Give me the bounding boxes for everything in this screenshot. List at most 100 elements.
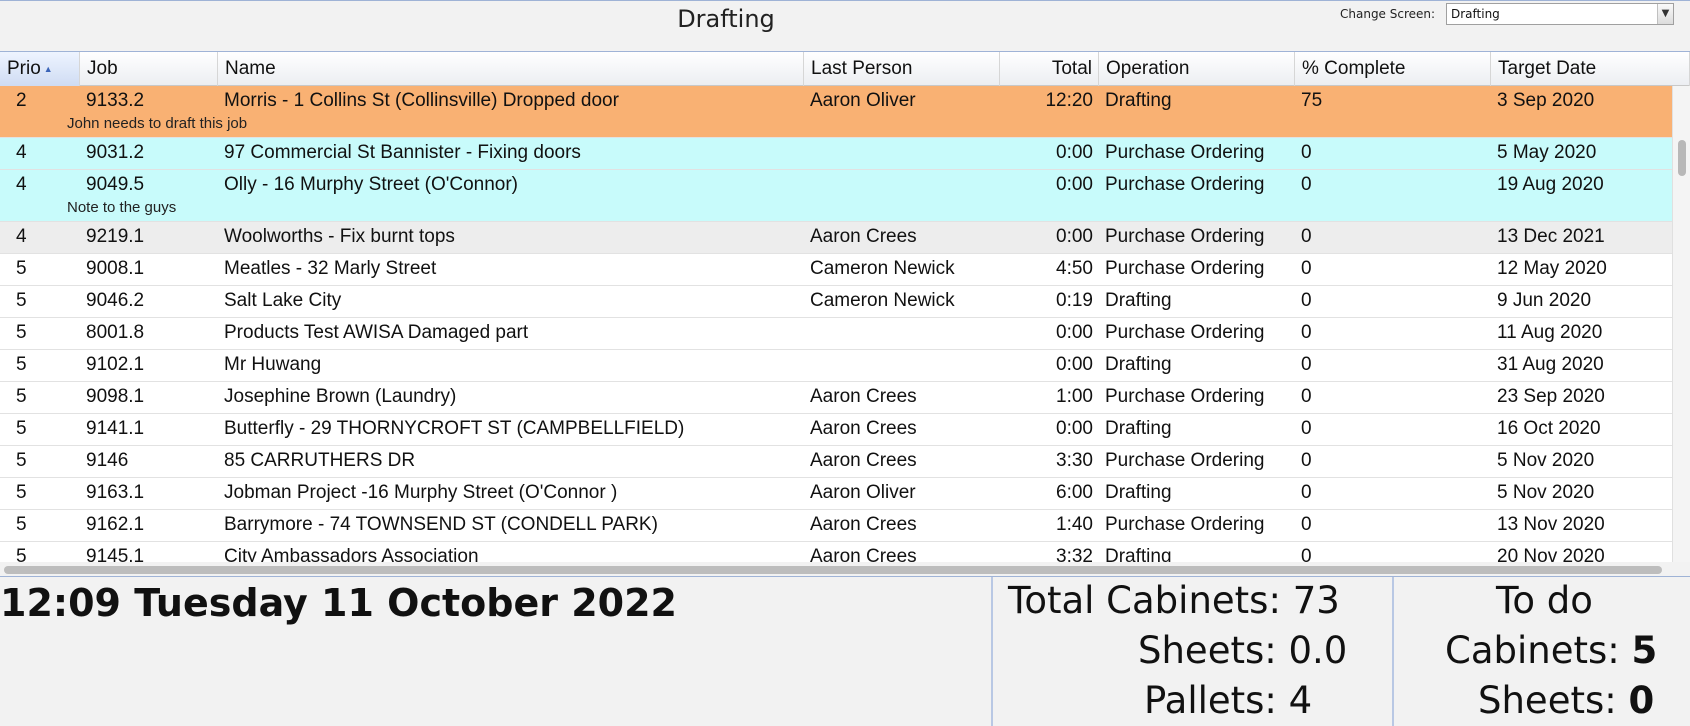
cell-complete: 0: [1301, 174, 1312, 195]
cell-job: 9031.2: [86, 142, 145, 163]
table-row[interactable]: 5 9145.1 City Ambassadors Association Aaron…: [0, 542, 1672, 562]
table-row[interactable]: 4 9219.1 Woolworths - Fix burnt tops Aaron …: [0, 222, 1672, 254]
cell-prio: 5: [16, 546, 27, 562]
column-header-operation[interactable]: Operation: [1099, 52, 1295, 86]
cell-name: Jobman Project -16 Murphy Street (O'Conn…: [224, 482, 618, 503]
cell-name: 97 Commercial St Bannister - Fixing door…: [224, 142, 581, 163]
cell-target-date: 3 Sep 2020: [1497, 90, 1595, 111]
header-bar: Drafting Change Screen: Drafting ▼: [0, 0, 1690, 51]
column-header-last-person[interactable]: Last Person: [804, 52, 1000, 86]
cell-name: Barrymore - 74 TOWNSEND ST (CONDELL PARK…: [224, 514, 658, 535]
cell-name: Morris - 1 Collins St (Collinsville) Dro…: [224, 90, 619, 111]
table-row[interactable]: 5 9141.1 Butterfly - 29 THORNYCROFT ST (CA…: [0, 414, 1672, 446]
table-row[interactable]: 5 8001.8 Products Test AWISA Damaged part 0…: [0, 318, 1672, 350]
cell-prio: 2: [16, 90, 27, 111]
cell-total: 12:20: [1045, 90, 1093, 111]
row-note: John needs to draft this job: [67, 115, 248, 132]
cell-job: 9219.1: [86, 226, 145, 247]
table-row[interactable]: 5 9146 85 CARRUTHERS DR Aaron Crees 3:30 Purc…: [0, 446, 1672, 478]
column-header-total[interactable]: Total: [1000, 52, 1099, 86]
cell-prio: 5: [16, 290, 27, 311]
cell-operation: Drafting: [1105, 418, 1172, 439]
cell-name: Olly - 16 Murphy Street (O'Connor): [224, 174, 518, 195]
cell-operation: Purchase Ordering: [1105, 258, 1265, 279]
cell-total: 0:00: [1056, 418, 1093, 439]
cell-target-date: 5 Nov 2020: [1497, 482, 1595, 503]
cell-last-person: Aaron Crees: [810, 450, 917, 471]
current-datetime: 12:09 Tuesday 11 October 2022: [0, 581, 677, 625]
cell-last-person: Aaron Crees: [810, 514, 917, 535]
table-row[interactable]: 5 9008.1 Meatles - 32 Marly Street Cameron …: [0, 254, 1672, 286]
jobs-table: Prio ▲ Job Name Last Person Total Operati…: [0, 51, 1690, 562]
total-cabinets-value: 73: [1292, 579, 1340, 622]
cell-job: 9163.1: [86, 482, 145, 503]
cell-last-person: Aaron Crees: [810, 418, 917, 439]
vertical-scroll-thumb[interactable]: [1678, 140, 1686, 176]
todo-cabinets-value: 5: [1631, 629, 1658, 672]
cell-total: 0:00: [1056, 174, 1093, 195]
cell-prio: 5: [16, 258, 27, 279]
table-row[interactable]: 2 9133.2 Morris - 1 Collins St (Collinsvil…: [0, 86, 1672, 138]
cell-job: 9046.2: [86, 290, 145, 311]
cell-last-person: Cameron Newick: [810, 258, 955, 279]
cell-last-person: Aaron Crees: [810, 546, 917, 562]
cell-prio: 4: [16, 226, 27, 247]
cell-name: Butterfly - 29 THORNYCROFT ST (CAMPBELLF…: [224, 418, 685, 439]
table-row[interactable]: 5 9102.1 Mr Huwang 0:00 Drafting 0 31 Aug 2020: [0, 350, 1672, 382]
cell-complete: 0: [1301, 258, 1312, 279]
cell-complete: 0: [1301, 482, 1312, 503]
cell-operation: Drafting: [1105, 90, 1172, 111]
column-header-prio[interactable]: Prio ▲: [0, 52, 80, 86]
vertical-scrollbar[interactable]: [1672, 86, 1690, 562]
cell-operation: Drafting: [1105, 354, 1172, 375]
column-header-target-date[interactable]: Target Date: [1491, 52, 1690, 86]
cell-prio: 4: [16, 142, 27, 163]
table-row[interactable]: 5 9046.2 Salt Lake City Cameron Newick 0:19 D…: [0, 286, 1672, 318]
cell-complete: 75: [1301, 90, 1323, 111]
sort-ascending-icon: ▲: [43, 64, 53, 74]
summary-footer: 12:09 Tuesday 11 October 2022 Total Cabi…: [0, 576, 1690, 726]
cell-job: 9049.5: [86, 174, 145, 195]
table-body: 2 9133.2 Morris - 1 Collins St (Collinsvil…: [0, 86, 1672, 562]
change-screen-select[interactable]: Drafting ▼: [1446, 3, 1674, 25]
cell-target-date: 5 Nov 2020: [1497, 450, 1595, 471]
table-row[interactable]: 4 9049.5 Olly - 16 Murphy Street (O'Connor…: [0, 170, 1672, 222]
cell-job: 9133.2: [86, 90, 145, 111]
table-row[interactable]: 5 9162.1 Barrymore - 74 TOWNSEND ST (CONDE…: [0, 510, 1672, 542]
sheets-stat: Sheets: 0.0: [1138, 629, 1348, 672]
cell-target-date: 5 May 2020: [1497, 142, 1597, 163]
table-row[interactable]: 4 9031.2 97 Commercial St Bannister - Fixi…: [0, 138, 1672, 170]
cell-total: 3:32: [1056, 546, 1093, 562]
cell-operation: Purchase Ordering: [1105, 450, 1265, 471]
cell-complete: 0: [1301, 386, 1312, 407]
cell-operation: Purchase Ordering: [1105, 174, 1265, 195]
cell-name: City Ambassadors Association: [224, 546, 479, 562]
cell-total: 0:00: [1056, 142, 1093, 163]
horizontal-scroll-thumb[interactable]: [4, 566, 1662, 574]
todo-cabinets-stat: Cabinets: 5: [1445, 629, 1658, 672]
cell-job: 9146: [86, 450, 129, 471]
change-screen-value: Drafting: [1451, 7, 1500, 21]
cell-operation: Drafting: [1105, 290, 1172, 311]
table-row[interactable]: 5 9163.1 Jobman Project -16 Murphy Street …: [0, 478, 1672, 510]
cell-target-date: 16 Oct 2020: [1497, 418, 1601, 439]
cell-job: 9141.1: [86, 418, 145, 439]
column-header-percent-complete[interactable]: % Complete: [1295, 52, 1491, 86]
cell-complete: 0: [1301, 450, 1312, 471]
cell-prio: 5: [16, 322, 27, 343]
cell-operation: Purchase Ordering: [1105, 386, 1265, 407]
page-title: Drafting: [677, 5, 775, 33]
column-header-job[interactable]: Job: [80, 52, 218, 86]
cell-job: 9162.1: [86, 514, 145, 535]
cell-total: 3:30: [1056, 450, 1093, 471]
cell-prio: 4: [16, 174, 27, 195]
cell-total: 0:19: [1056, 290, 1093, 311]
column-header-name[interactable]: Name: [218, 52, 804, 86]
sheets-value: 0.0: [1288, 629, 1348, 672]
cell-target-date: 13 Nov 2020: [1497, 514, 1605, 535]
table-row[interactable]: 5 9098.1 Josephine Brown (Laundry) Aaron Cr…: [0, 382, 1672, 414]
cell-last-person: Aaron Crees: [810, 226, 917, 247]
chevron-down-icon[interactable]: ▼: [1657, 4, 1673, 24]
horizontal-scrollbar[interactable]: [0, 562, 1690, 577]
footer-divider: [1392, 577, 1394, 726]
